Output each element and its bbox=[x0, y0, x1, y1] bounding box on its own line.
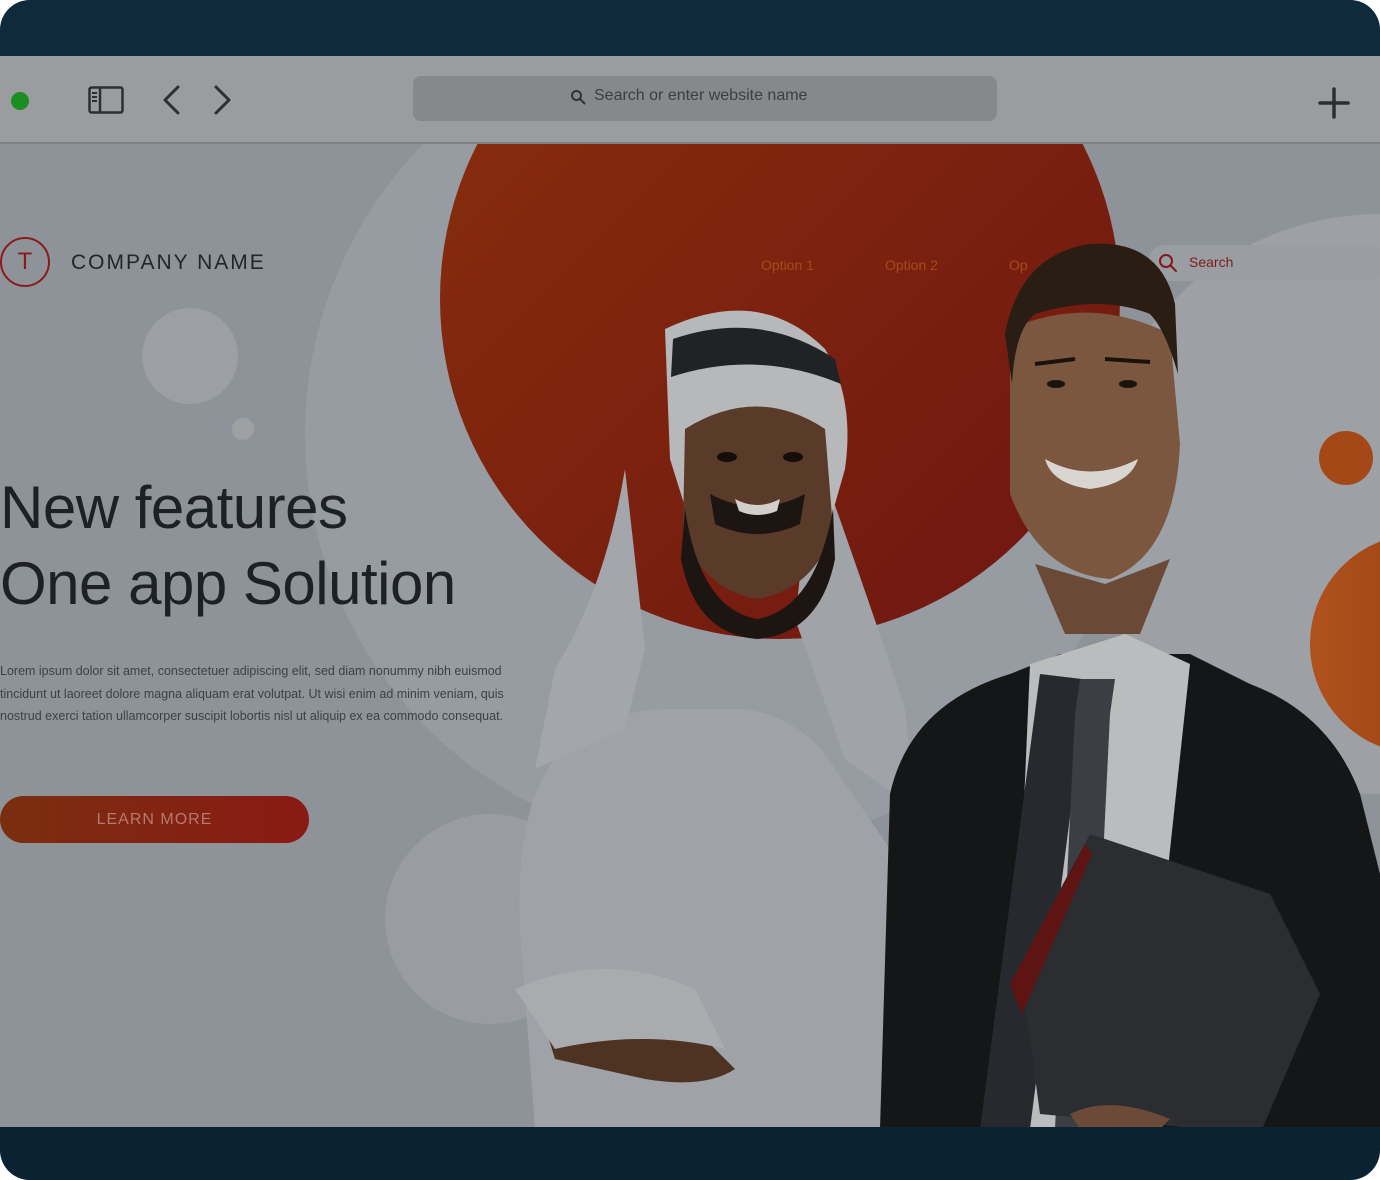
company-name: COMPANY NAME bbox=[71, 251, 266, 274]
hero-line-2: One app Solution bbox=[0, 550, 456, 617]
webpage-content: T COMPANY NAME Option 1 Option 2 Op Sear… bbox=[0, 144, 1380, 1127]
plus-icon[interactable] bbox=[1317, 86, 1351, 120]
person-in-thobe-image bbox=[515, 310, 915, 1127]
top-bezel bbox=[0, 0, 1380, 56]
browser-window: Search or enter website name T COMPANY N… bbox=[0, 0, 1380, 1180]
bottom-bezel bbox=[0, 1127, 1380, 1180]
hero-body-text: Lorem ipsum dolor sit amet, consectetuer… bbox=[0, 664, 504, 723]
forward-icon[interactable] bbox=[210, 84, 234, 116]
back-icon[interactable] bbox=[160, 84, 184, 116]
person-in-suit-image bbox=[880, 243, 1380, 1127]
nav-option-1[interactable]: Option 1 bbox=[761, 257, 814, 273]
sidebar-icon[interactable] bbox=[88, 86, 124, 114]
learn-more-button[interactable]: LEARN MORE bbox=[0, 796, 309, 843]
address-placeholder: Search or enter website name bbox=[594, 87, 808, 104]
hero-heading: New features One app Solution bbox=[0, 470, 456, 622]
window-control-green[interactable] bbox=[11, 92, 29, 110]
hero-line-1: New features bbox=[0, 474, 348, 541]
logo[interactable]: T bbox=[0, 237, 50, 287]
search-icon bbox=[571, 90, 586, 105]
